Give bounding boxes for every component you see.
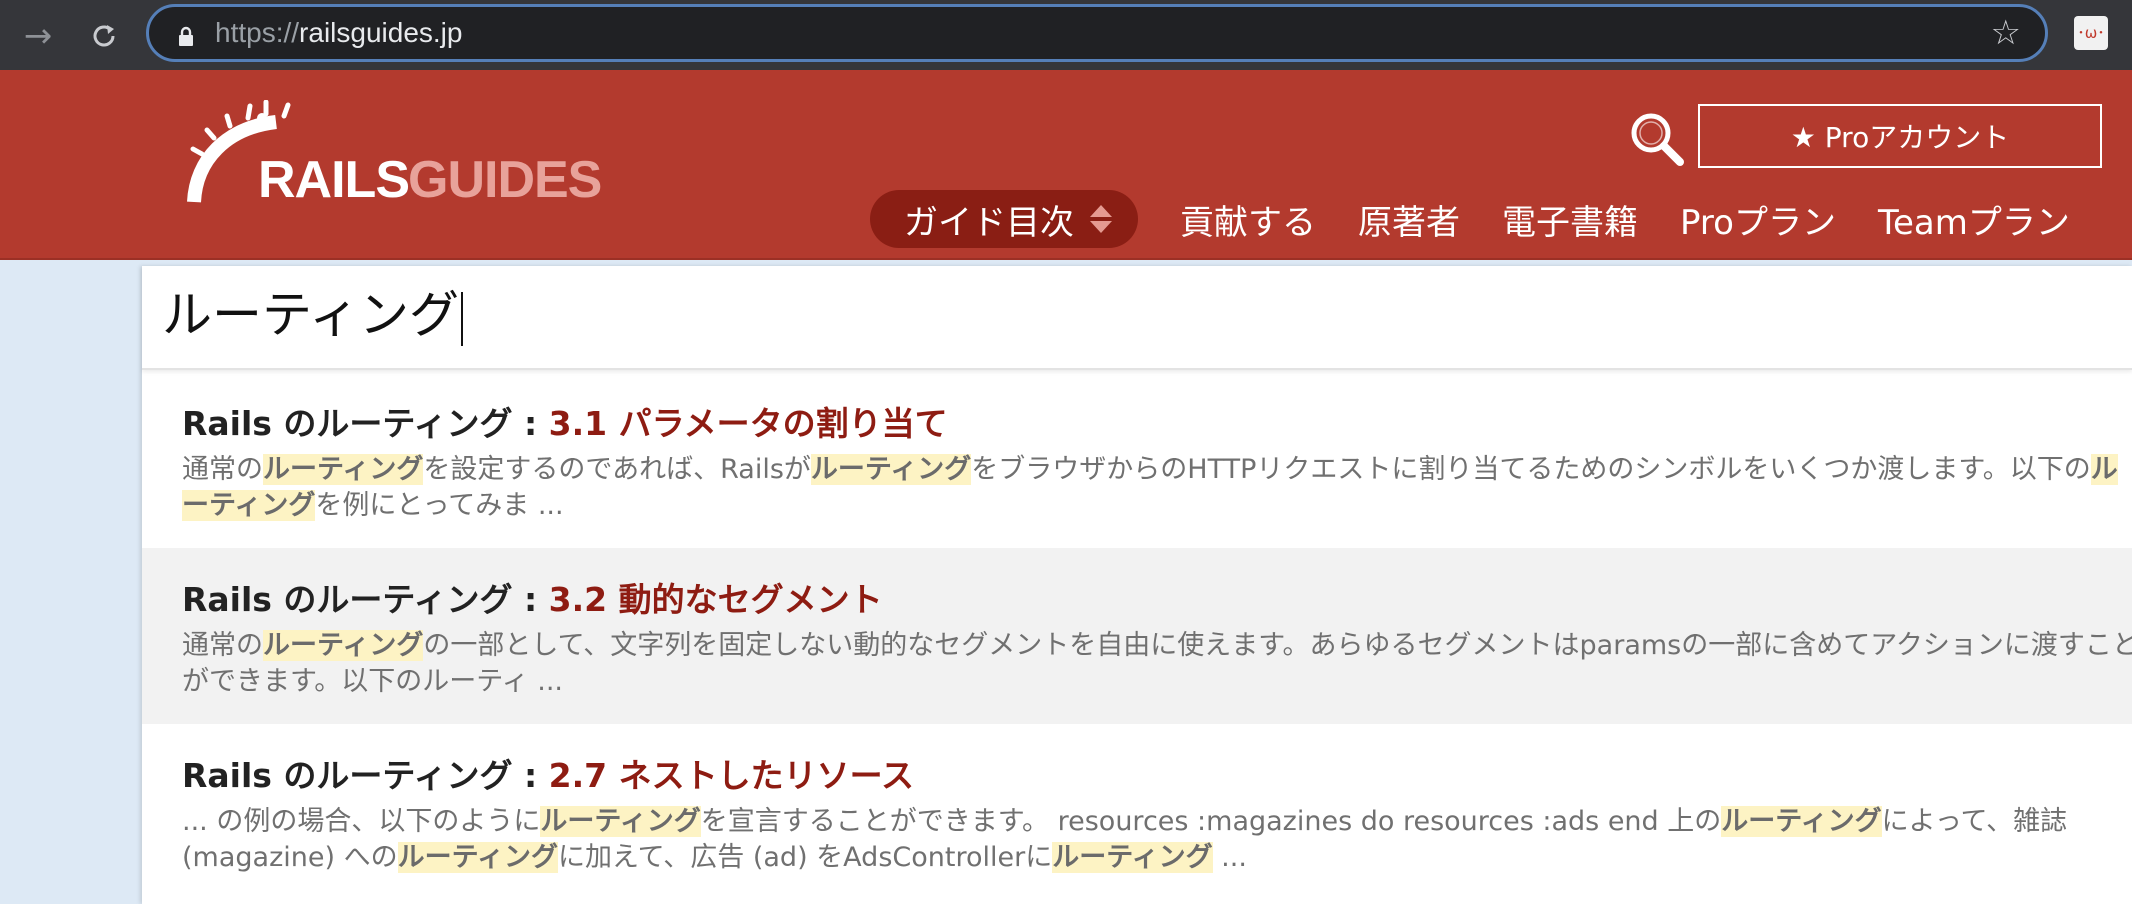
nav-ebook[interactable]: 電子書籍 (1502, 195, 1638, 244)
search-result[interactable]: Rails のルーティング : 2.7 ネストしたリソース ... の例の場合、… (142, 724, 2132, 900)
search-result[interactable]: Rails のルーティング : 3.2 動的なセグメント 通常のルーティングの一… (142, 548, 2132, 724)
snippet-highlight: ルーティング (540, 806, 701, 837)
snippet-text: 通常の (182, 454, 263, 485)
snippet-text: 通常の (182, 630, 263, 661)
nav-team-plan[interactable]: Teamプラン (1878, 195, 2070, 244)
result-section: 2.7 ネストしたリソース (548, 756, 914, 795)
pro-account-button[interactable]: ★ Proアカウント (1698, 104, 2102, 168)
browser-toolbar: → https://railsguides.jp ☆ ･ω･ (0, 0, 2132, 70)
snippet-text: に加えて、広告 (ad) をAdsControllerに (557, 842, 1053, 873)
main-nav: ガイド目次 貢献する 原著者 電子書籍 Proプラン Teamプラン (870, 188, 2070, 250)
forward-icon[interactable]: → (12, 10, 64, 62)
snippet-text: を設定するのであれば、Railsが (423, 454, 811, 485)
bookmark-star-icon[interactable]: ☆ (1991, 15, 2021, 51)
snippet-text: を例にとってみま ... (315, 490, 564, 521)
address-bar[interactable]: https://railsguides.jp ☆ (146, 4, 2048, 62)
result-snippet: ... の例の場合、以下のようにルーティングを宣言することができます。 reso… (182, 804, 2132, 876)
search-panel: ルーティング Rails のルーティング : 3.1 パラメータの割り当て 通常… (142, 266, 2132, 904)
snippet-highlight: ルーティング (1052, 842, 1213, 873)
snippet-text: をブラウザからのHTTPリクエストに割り当てるためのシンボルをいくつか渡します。… (971, 454, 2091, 485)
snippet-highlight: ルーティング (397, 842, 558, 873)
guide-toc-button[interactable]: ガイド目次 (870, 190, 1138, 248)
result-snippet: 通常のルーティングの一部として、文字列を固定しない動的なセグメントを自由に使えま… (182, 628, 2132, 700)
search-input[interactable]: ルーティング (142, 266, 2132, 370)
logo-rails-text: RAILS (258, 151, 410, 209)
nav-pro-plan[interactable]: Proプラン (1680, 195, 1836, 244)
snippet-text: の一部として、文字列を固定しない動的なセグメントを自由に使えます。あらゆるセグメ… (182, 630, 2132, 697)
result-section: 3.2 動的なセグメント (548, 580, 883, 619)
result-section: 3.1 パラメータの割り当て (548, 404, 948, 443)
search-results: Rails のルーティング : 3.1 パラメータの割り当て 通常のルーティング… (142, 372, 2132, 900)
result-guide: Rails のルーティング : (182, 580, 549, 619)
snippet-text: ... の例の場合、以下のように (182, 806, 541, 837)
url-text: https://railsguides.jp (215, 17, 463, 48)
result-title: Rails のルーティング : 2.7 ネストしたリソース (182, 754, 2102, 798)
snippet-highlight: ルーティング (1721, 806, 1882, 837)
site-header: RAILS GUIDES ★ Proアカウント ガイド目次 貢献する 原著者 電… (0, 70, 2132, 260)
nav-contribute[interactable]: 貢献する (1180, 195, 1316, 244)
snippet-text: を宣言することができます。 resources :magazines do re… (700, 806, 1722, 837)
reload-icon[interactable] (78, 10, 130, 62)
snippet-highlight: ルーティング (263, 454, 424, 485)
guide-toc-label: ガイド目次 (904, 202, 1074, 243)
railsguides-logo[interactable]: RAILS GUIDES (186, 100, 606, 210)
result-title: Rails のルーティング : 3.2 動的なセグメント (182, 578, 2102, 622)
result-guide: Rails のルーティング : (182, 756, 549, 795)
search-icon[interactable] (1628, 110, 1686, 168)
snippet-text: ... (1212, 842, 1247, 873)
search-query-text: ルーティング (162, 286, 459, 344)
result-title: Rails のルーティング : 3.1 パラメータの割り当て (182, 402, 2102, 446)
nav-original-authors[interactable]: 原著者 (1358, 195, 1460, 244)
result-snippet: 通常のルーティングを設定するのであれば、Railsがルーティングをブラウザからの… (182, 452, 2132, 524)
result-guide: Rails のルーティング : (182, 404, 549, 443)
text-caret (461, 291, 463, 346)
search-result[interactable]: Rails のルーティング : 3.1 パラメータの割り当て 通常のルーティング… (142, 372, 2132, 548)
logo-guides-text: GUIDES (408, 151, 602, 209)
extension-icon[interactable]: ･ω･ (2074, 16, 2108, 50)
lock-icon (175, 25, 197, 47)
snippet-highlight: ルーティング (810, 454, 972, 485)
sort-arrows-icon (1090, 205, 1112, 233)
snippet-highlight: ルーティング (263, 630, 424, 661)
